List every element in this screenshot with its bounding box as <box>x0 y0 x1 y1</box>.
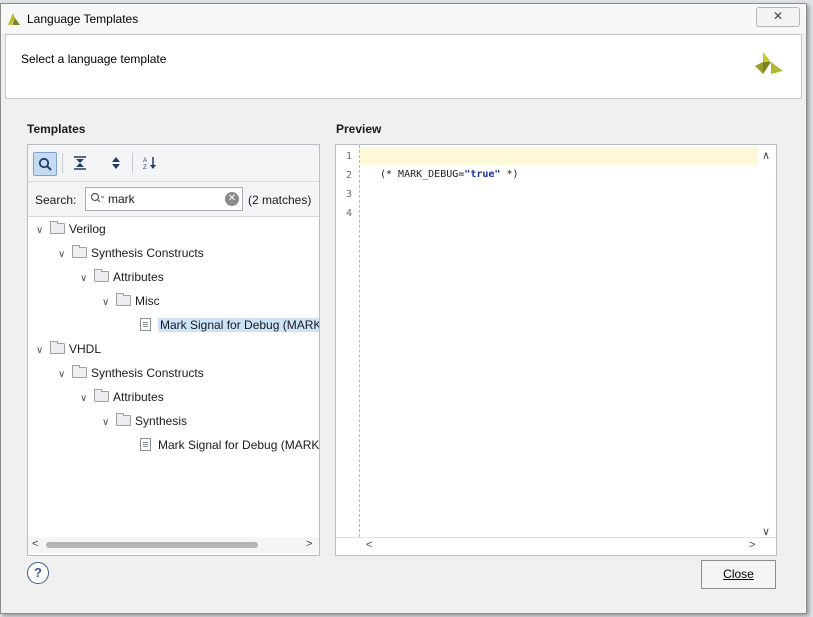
line-number: 4 <box>345 208 352 219</box>
chevron-down-icon[interactable]: ∨ <box>102 413 114 433</box>
line-number: 2 <box>345 170 352 181</box>
folder-icon <box>116 413 131 426</box>
search-input[interactable]: mark ✕ <box>85 187 243 211</box>
tree-label: Verilog <box>69 222 106 236</box>
folder-icon <box>72 245 87 258</box>
search-row: Search: mark ✕ (2 matches) <box>28 182 319 217</box>
chevron-down-icon[interactable]: ∨ <box>36 341 48 361</box>
preview-horizontal-scrollbar[interactable]: < > <box>336 537 776 554</box>
code-text: *) <box>500 169 519 180</box>
language-templates-dialog: Language Templates ✕ Select a language t… <box>0 3 807 614</box>
vivado-logo-icon <box>8 13 20 25</box>
templates-toolbar: AZ <box>28 145 319 182</box>
chevron-down-icon[interactable]: ∨ <box>80 269 92 289</box>
sort-az-icon: AZ <box>143 157 156 170</box>
match-count: (2 matches) <box>248 193 312 207</box>
tree-item-synthesis-constructs[interactable]: ∨ Synthesis Constructs <box>58 363 204 383</box>
tree-item-verilog[interactable]: ∨ Verilog <box>36 219 106 239</box>
code-text: (* MARK_DEBUG= <box>380 169 465 180</box>
line-number-gutter: 1 2 3 4 <box>336 145 360 537</box>
search-icon <box>38 157 52 171</box>
current-line-highlight <box>360 147 758 165</box>
svg-text:Z: Z <box>143 165 147 170</box>
search-value: mark <box>108 192 135 206</box>
tree-item-vhdl[interactable]: ∨ VHDL <box>36 339 101 359</box>
tree-item-attributes[interactable]: ∨ Attributes <box>80 267 164 287</box>
header-panel: Select a language template <box>5 34 802 99</box>
tree-item-attributes[interactable]: ∨ Attributes <box>80 387 164 407</box>
tree-label: Synthesis <box>135 414 188 428</box>
scroll-right-icon[interactable]: > <box>306 538 312 550</box>
code-string: "true" <box>464 169 501 180</box>
clear-search-icon[interactable]: ✕ <box>225 192 239 206</box>
chevron-down-icon[interactable]: ∨ <box>58 245 70 265</box>
tree-item-synthesis-constructs[interactable]: ∨ Synthesis Constructs <box>58 243 204 263</box>
tree-label: Attributes <box>113 270 164 284</box>
folder-icon <box>72 365 87 378</box>
templates-horizontal-scrollbar[interactable]: < > <box>28 537 319 553</box>
toolbar-separator <box>62 153 63 173</box>
tree-label: VHDL <box>69 342 102 356</box>
tree-label: Synthesis Constructs <box>91 366 204 380</box>
help-button[interactable]: ? <box>27 562 49 584</box>
chevron-down-icon[interactable]: ∨ <box>102 293 114 313</box>
expand-all-button[interactable] <box>105 152 127 174</box>
window-title: Language Templates <box>27 12 139 26</box>
preview-label: Preview <box>336 122 382 136</box>
templates-panel: AZ Search: mark ✕ (2 matches) ∨ Verilog ∨… <box>27 144 320 556</box>
sort-button[interactable]: AZ <box>140 152 162 174</box>
tree-label: Mark Signal for Debug (MARK <box>158 438 319 452</box>
tree-item-misc[interactable]: ∨ Misc <box>102 291 160 311</box>
window-close-button[interactable]: ✕ <box>756 7 800 27</box>
scroll-left-icon[interactable]: < <box>32 538 38 550</box>
folder-icon <box>50 341 65 354</box>
chevron-down-icon[interactable]: ∨ <box>80 389 92 409</box>
chevron-down-icon[interactable]: ∨ <box>58 365 70 385</box>
collapse-all-icon <box>74 156 86 170</box>
scroll-right-icon[interactable]: > <box>749 539 755 551</box>
search-label: Search: <box>35 193 77 207</box>
file-icon <box>140 438 151 451</box>
tree-item-synthesis[interactable]: ∨ Synthesis <box>102 411 187 431</box>
title-bar: Language Templates ✕ <box>1 4 806 33</box>
toolbar-separator <box>132 153 133 173</box>
search-field-icon <box>90 192 104 203</box>
xilinx-logo-icon <box>755 52 783 74</box>
header-prompt: Select a language template <box>21 52 167 66</box>
code-line[interactable]: (* MARK_DEBUG="true" *) <box>380 169 518 180</box>
folder-icon <box>50 221 65 234</box>
scroll-left-icon[interactable]: < <box>366 539 372 551</box>
chevron-down-icon[interactable]: ∨ <box>36 221 48 241</box>
tree-item-mark-signal-verilog[interactable]: Mark Signal for Debug (MARK <box>138 315 319 335</box>
folder-icon <box>94 269 109 282</box>
scrollbar-thumb[interactable] <box>46 542 258 548</box>
folder-icon <box>94 389 109 402</box>
folder-icon <box>116 293 131 306</box>
svg-text:A: A <box>143 158 147 164</box>
file-icon <box>140 318 151 331</box>
tree-label: Misc <box>135 294 160 308</box>
scroll-up-icon[interactable]: ∧ <box>762 149 770 162</box>
line-number: 3 <box>345 189 352 200</box>
tree-label: Mark Signal for Debug (MARK <box>158 318 319 332</box>
tree-label: Attributes <box>113 390 164 404</box>
close-button[interactable]: Close <box>701 560 776 589</box>
tree-label: Synthesis Constructs <box>91 246 204 260</box>
search-toggle-button[interactable] <box>33 152 57 176</box>
collapse-all-button[interactable] <box>69 152 91 174</box>
templates-label: Templates <box>27 122 86 136</box>
preview-panel: 1 2 3 4 (* MARK_DEBUG="true" *) ∧ ∨ < > <box>335 144 777 556</box>
tree-item-mark-signal-vhdl[interactable]: Mark Signal for Debug (MARK <box>138 435 319 455</box>
expand-all-icon <box>112 157 120 169</box>
line-number: 1 <box>345 151 352 162</box>
